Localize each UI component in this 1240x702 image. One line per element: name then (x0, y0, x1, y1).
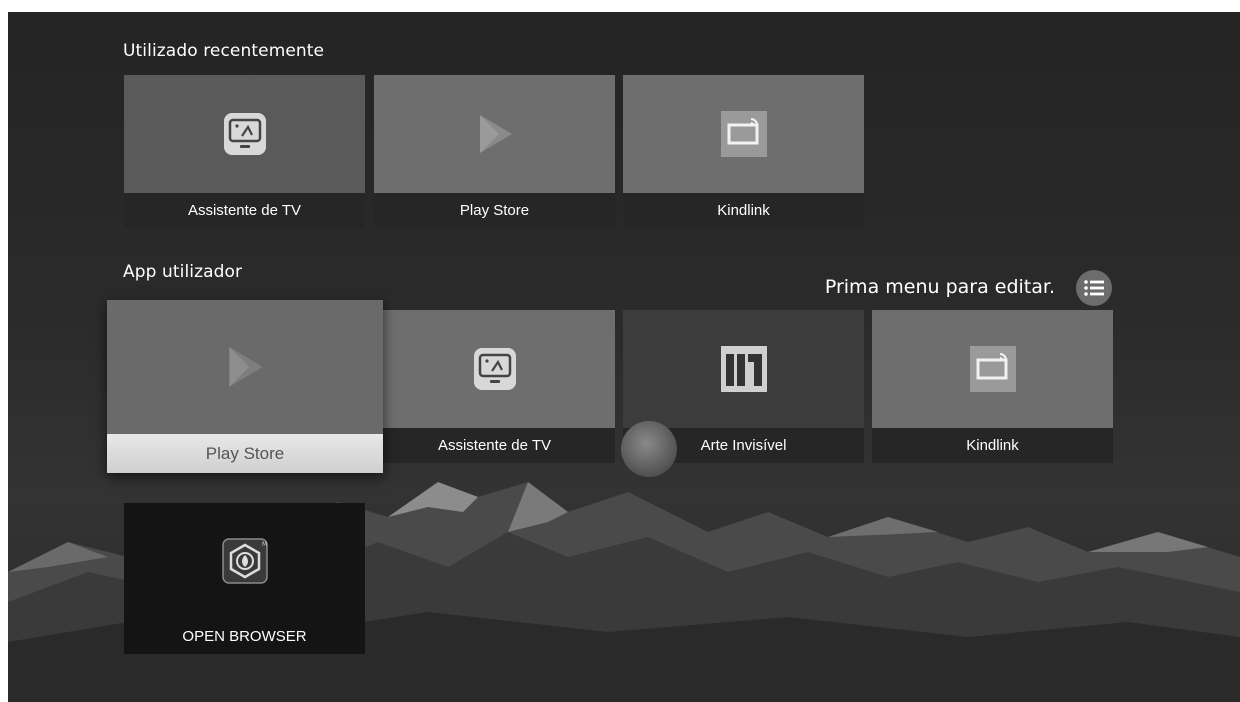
menu-list-icon[interactable] (1076, 270, 1112, 306)
user-tile-open-browser[interactable]: M OPEN BROWSER (124, 503, 365, 656)
play-store-icon (471, 110, 519, 158)
ambient-orb (621, 421, 677, 477)
user-tile-kindlink[interactable]: Kindlink (872, 310, 1113, 463)
recent-tile-label: Play Store (374, 193, 615, 228)
recent-tile-label: Assistente de TV (124, 193, 365, 228)
recent-tile-tv-assistant[interactable]: Assistente de TV (124, 75, 365, 228)
recent-tile-label: Kindlink (623, 193, 864, 228)
user-tile-label: Kindlink (872, 428, 1113, 463)
play-store-icon (221, 343, 269, 391)
tv-assistant-icon (471, 345, 519, 393)
tv-assistant-icon (221, 110, 269, 158)
open-browser-icon: M (221, 537, 269, 585)
user-tile-label: OPEN BROWSER (124, 619, 365, 654)
user-tile-label: Play Store (107, 434, 383, 473)
user-tile-play-store-focused[interactable]: Play Store (107, 300, 383, 473)
user-tile-label: Assistente de TV (374, 428, 615, 463)
edit-hint-text: Prima menu para editar. (824, 276, 1055, 298)
svg-text:M: M (262, 541, 267, 548)
section-title-recent: Utilizado recentemente (123, 41, 325, 61)
kindlink-cast-icon (720, 110, 768, 158)
recent-tile-play-store[interactable]: Play Store (374, 75, 615, 228)
kindlink-cast-icon (969, 345, 1017, 393)
invisible-art-icon (720, 345, 768, 393)
section-title-user-apps: App utilizador (123, 262, 243, 282)
tv-launcher-screen: Utilizado recentemente Assistente de TV (8, 12, 1240, 702)
recent-tile-kindlink[interactable]: Kindlink (623, 75, 864, 228)
user-tile-tv-assistant[interactable]: Assistente de TV (374, 310, 615, 463)
